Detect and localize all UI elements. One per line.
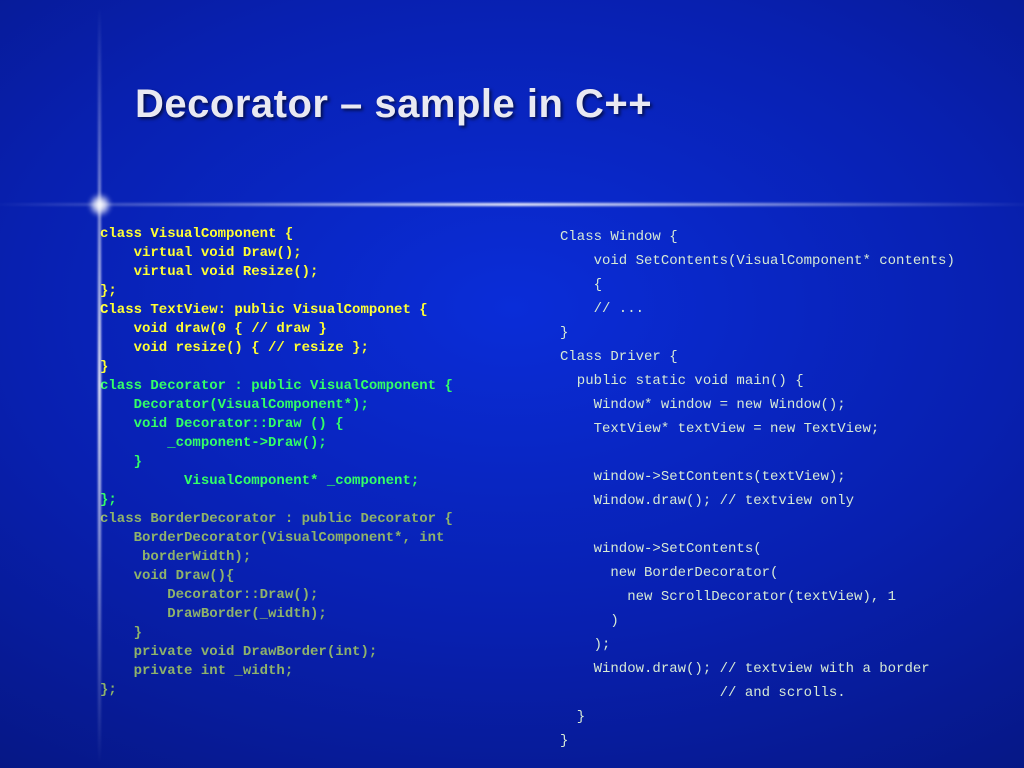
code-block-visualcomponent: class VisualComponent { virtual void Dra… <box>100 226 428 375</box>
code-right-column: Class Window { void SetContents(VisualCo… <box>560 225 1004 758</box>
code-block-borderdecorator: class BorderDecorator : public Decorator… <box>100 511 453 698</box>
slide-title: Decorator – sample in C++ <box>135 82 652 127</box>
code-block-driver: Class Window { void SetContents(VisualCo… <box>560 229 955 749</box>
code-columns: class VisualComponent { virtual void Dra… <box>100 225 1004 758</box>
code-block-decorator: class Decorator : public VisualComponent… <box>100 378 453 508</box>
code-left-column: class VisualComponent { virtual void Dra… <box>100 225 530 758</box>
decorative-star-core <box>88 193 112 217</box>
